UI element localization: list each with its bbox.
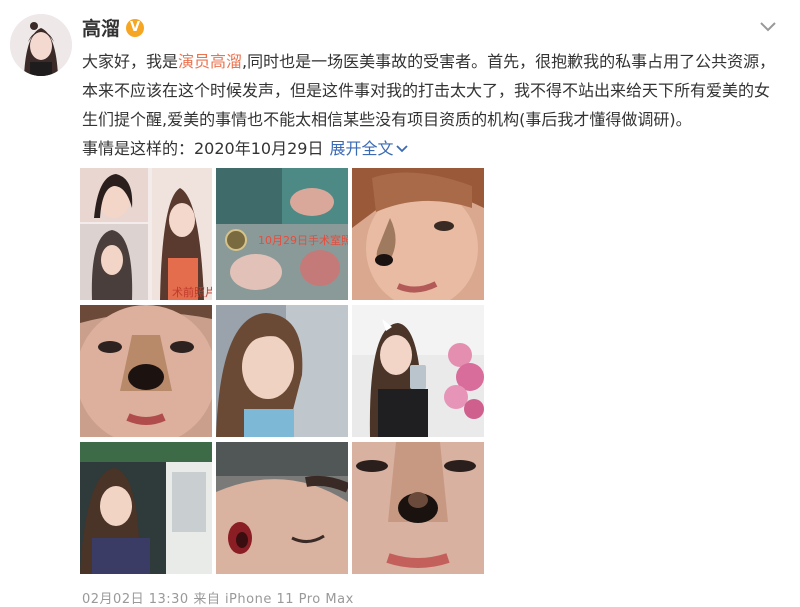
post-text-intro: 大家好，我是 [82,52,179,71]
photo-8[interactable] [216,442,348,574]
post-text-date: 事情是这样的：2020年10月29日 [82,139,324,158]
photo-7[interactable] [80,442,212,574]
mention-link[interactable]: 演员高溜 [178,52,242,71]
photo-1-caption: 术前照片 [172,285,212,299]
expand-full-text-link[interactable]: 展开全文 [329,139,409,158]
post-meta: 02月02日 13:30 来自 iPhone 11 Pro Max [82,592,354,607]
avatar[interactable] [10,14,72,76]
post-paragraph: 大家好，我是演员高溜,同时也是一场医美事故的受害者。首先，很抱歉我的私事占用了公… [82,47,782,134]
photo-3[interactable] [352,168,484,300]
photo-grid: 术前照片 10月29日手术室照片 [80,168,484,574]
photo-4[interactable] [80,305,212,437]
photo-2[interactable]: 10月29日手术室照片 [216,168,348,300]
post-date-line: 事情是这样的：2020年10月29日 展开全文 [82,134,782,163]
post-text: 大家好，我是演员高溜,同时也是一场医美事故的受害者。首先，很抱歉我的私事占用了公… [82,47,782,163]
chevron-down-icon[interactable] [758,20,778,34]
username-text[interactable]: 高溜 [82,14,120,41]
expand-chevron-icon[interactable] [396,144,409,154]
photo-5[interactable] [216,305,348,437]
username[interactable]: 高溜 V [82,14,145,41]
photo-1[interactable]: 术前照片 [80,168,212,300]
expand-label[interactable]: 展开全文 [329,139,393,158]
photo-6[interactable] [352,305,484,437]
photo-2-caption: 10月29日手术室照片 [258,233,348,247]
photo-9[interactable] [352,442,484,574]
verified-badge-icon: V [126,18,145,37]
